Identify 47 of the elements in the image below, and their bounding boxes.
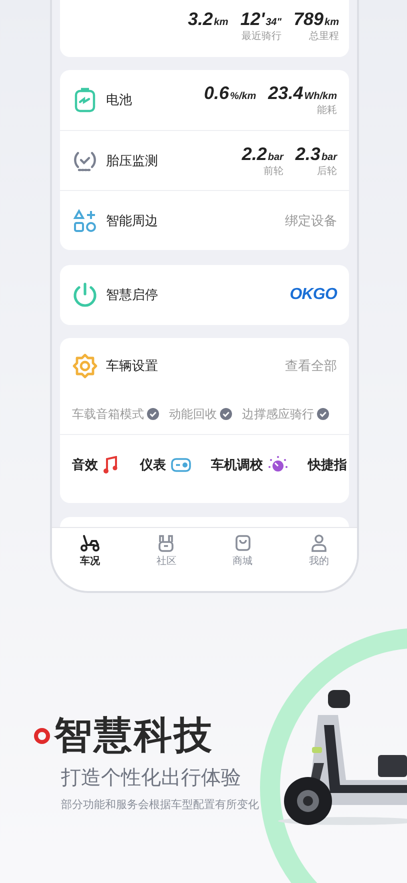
user-icon [310, 534, 327, 552]
battery-icon [74, 87, 96, 113]
feature-label: 动能回收 [169, 406, 217, 423]
reading-value: 2.2 [242, 142, 267, 164]
reading-unit: km [324, 16, 339, 30]
feature-label: 边撑感应骑行 [242, 406, 314, 423]
promo-headline: 智慧科技 [54, 714, 214, 759]
reading-unit: %/km [230, 90, 256, 104]
promo-subtitle: 打造个性化出行体验 [61, 766, 242, 791]
shortcut-button[interactable]: 仪表 [140, 455, 191, 475]
reading-unit: bar [268, 150, 284, 164]
reading-unit: bar [321, 150, 337, 164]
scooter-icon [80, 534, 100, 552]
shopping-bag-icon [234, 534, 251, 552]
reading-unit: km [214, 16, 228, 30]
reading-value: 2.3 [295, 142, 320, 164]
settings-title: 车辆设置 [106, 357, 158, 376]
okgo-logo: OKGO [290, 285, 337, 305]
gauge-icon [171, 458, 191, 472]
reading-label: 能耗 [317, 104, 337, 118]
power-icon [72, 282, 98, 308]
reading-label: 后轮 [317, 164, 337, 178]
shapes-icon [73, 208, 97, 232]
feature-label: 车载音箱模式 [72, 406, 144, 423]
reading-value: 23.4 [268, 82, 304, 104]
ring-bullet [34, 728, 50, 744]
bag-ears-icon [158, 534, 174, 552]
reading-unit: Wh/km [304, 90, 337, 104]
gear-icon [72, 353, 98, 379]
row-title: 智能周边 [106, 212, 158, 230]
reading-value: 789 [294, 8, 324, 30]
tab-item[interactable]: 车况 [52, 534, 128, 569]
reading-label: 最近骑行 [242, 30, 282, 44]
reading-label: 前轮 [263, 164, 284, 178]
shortcut-button[interactable]: 音效 [72, 455, 120, 475]
reading-unit: 34" [266, 17, 282, 30]
reading-value: 3.2 [188, 8, 213, 30]
row-title: 电池 [106, 91, 132, 110]
shortcut-button[interactable]: 快捷指 [308, 455, 347, 475]
music-note-icon [103, 456, 120, 474]
reading-value: 12' [240, 8, 265, 30]
smart-start-title: 智慧启停 [106, 286, 158, 304]
reading-value: 0.6 [204, 82, 230, 104]
reading-label: 总里程 [309, 30, 339, 44]
shortcut-button[interactable]: 车机调校 [211, 455, 288, 475]
row-title: 胎压监测 [106, 152, 158, 170]
promo-note: 部分功能和服务会根据车型配置有所变化 [61, 798, 260, 813]
